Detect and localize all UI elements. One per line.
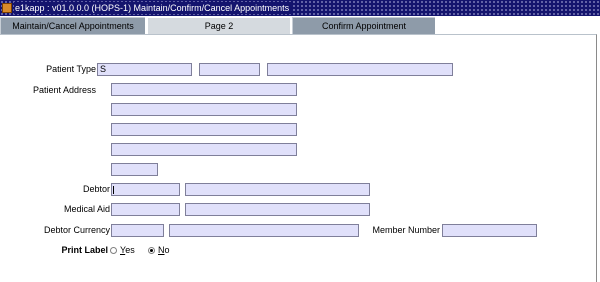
form-panel: Patient Type S Patient Address Debtor Me…	[0, 34, 597, 282]
medical-aid-label: Medical Aid	[63, 204, 110, 214]
debtor-currency-name-field[interactable]	[169, 224, 359, 237]
patient-type-label: Patient Type	[46, 64, 96, 74]
debtor-currency-code-field[interactable]	[111, 224, 164, 237]
no-rest: o	[164, 245, 170, 255]
title-bar[interactable]: e1kapp : v01.0.0.0 (HOPS-1) Maintain/Con…	[0, 0, 600, 16]
debtor-code-field[interactable]	[111, 183, 180, 196]
medical-aid-code-field[interactable]	[111, 203, 180, 216]
patient-address-line-4[interactable]	[111, 143, 297, 156]
print-label-no-label[interactable]: No	[158, 244, 170, 257]
debtor-label: Debtor	[82, 184, 110, 194]
print-label-label: Print Label	[61, 245, 108, 255]
debtor-name-field[interactable]	[185, 183, 370, 196]
window-title: e1kapp : v01.0.0.0 (HOPS-1) Maintain/Con…	[14, 2, 293, 14]
print-label-yes-label[interactable]: Yes	[120, 244, 135, 257]
patient-address-line-2[interactable]	[111, 103, 297, 116]
member-number-field[interactable]	[442, 224, 537, 237]
app-icon[interactable]	[2, 3, 12, 13]
patient-type-description-field[interactable]	[267, 63, 453, 76]
yes-rest: es	[125, 245, 135, 255]
text-cursor	[113, 186, 114, 194]
patient-address-label: Patient Address	[32, 85, 96, 95]
patient-type-code-field[interactable]: S	[97, 63, 192, 76]
tab-maintain-cancel-appointments[interactable]: Maintain/Cancel Appointments	[0, 17, 145, 34]
tab-strip: Maintain/Cancel Appointments Page 2 Conf…	[0, 16, 600, 34]
patient-address-line-1[interactable]	[111, 83, 297, 96]
patient-type-field-2[interactable]	[199, 63, 260, 76]
patient-address-line-3[interactable]	[111, 123, 297, 136]
debtor-currency-label: Debtor Currency	[43, 225, 110, 235]
patient-address-postal-code[interactable]	[111, 163, 158, 176]
print-label-yes-radio[interactable]	[110, 247, 117, 254]
tab-confirm-appointment[interactable]: Confirm Appointment	[292, 17, 435, 34]
member-number-label: Member Number	[372, 225, 440, 235]
print-label-no-radio[interactable]	[148, 247, 155, 254]
tab-page-2[interactable]: Page 2	[147, 17, 290, 34]
medical-aid-name-field[interactable]	[185, 203, 370, 216]
